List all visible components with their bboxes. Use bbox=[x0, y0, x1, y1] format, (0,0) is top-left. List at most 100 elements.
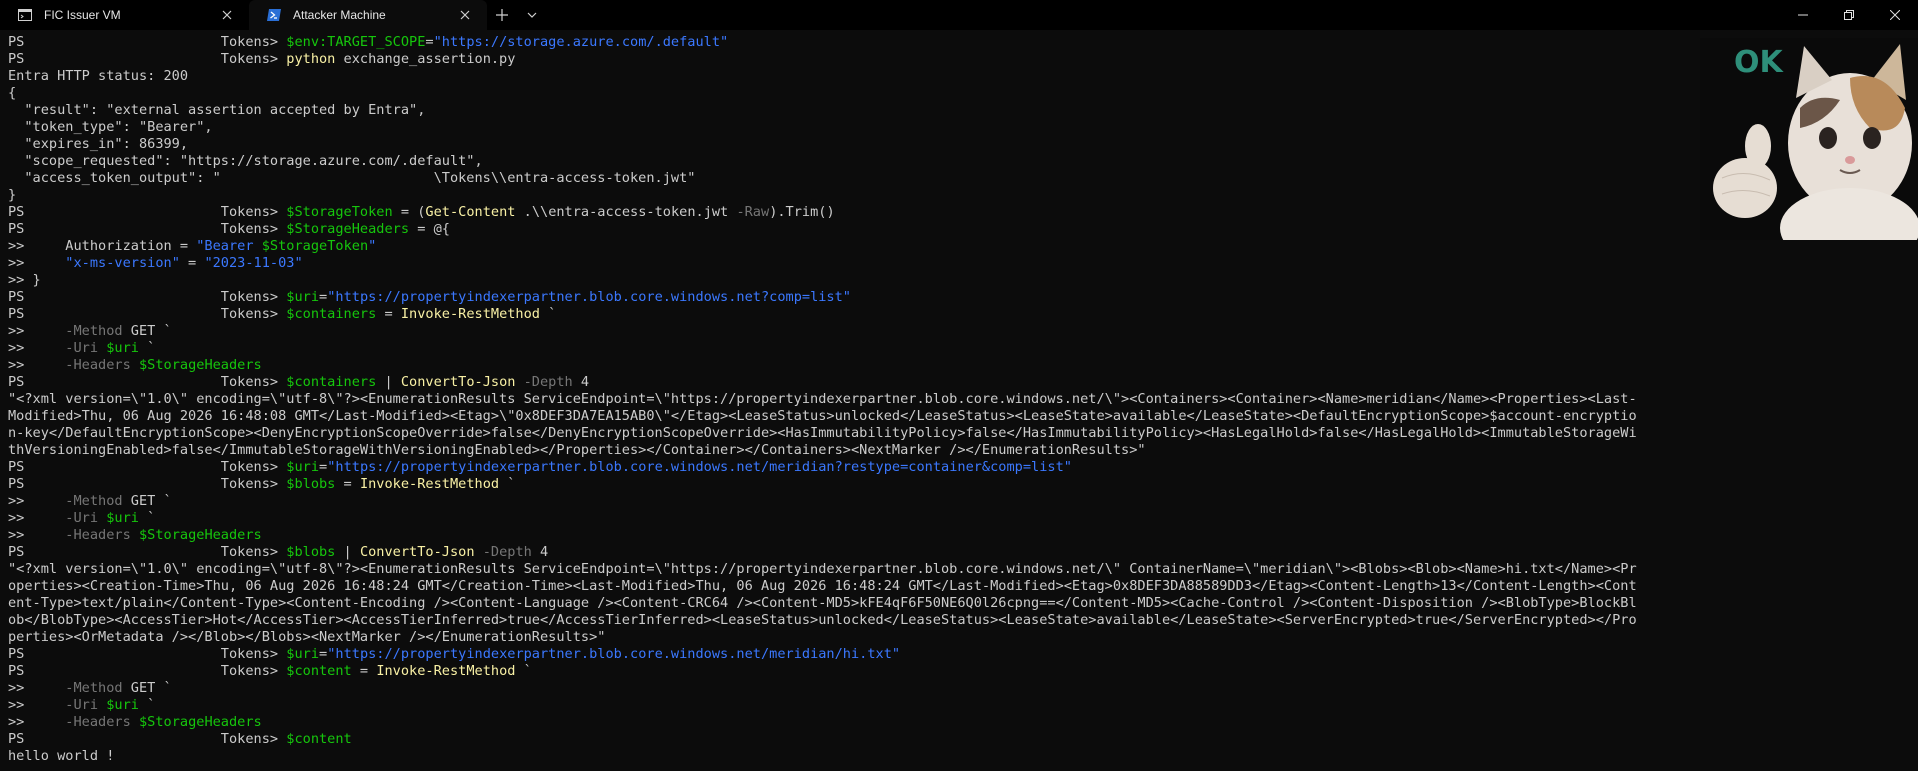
terminal-line: "scope_requested": "https://storage.azur… bbox=[8, 153, 1798, 170]
terminal-text: $uri bbox=[286, 459, 320, 475]
prompt: PS Tokens> bbox=[8, 476, 287, 492]
restore-button[interactable] bbox=[1826, 0, 1872, 30]
terminal-line: n-key</DefaultEncryptionScope><DenyEncry… bbox=[8, 425, 1798, 442]
terminal-line: PS Tokens> python exchange_assertion.py bbox=[8, 51, 1798, 68]
terminal-line: >> "x-ms-version" = "2023-11-03" bbox=[8, 255, 1798, 272]
terminal-text: "expires_in": 86399, bbox=[8, 136, 189, 152]
terminal-line: ob</BlobType><AccessTier>Hot</AccessTier… bbox=[8, 612, 1798, 629]
terminal-line: >> Authorization = "Bearer $StorageToken… bbox=[8, 238, 1798, 255]
terminal-line: "expires_in": 86399, bbox=[8, 136, 1798, 153]
terminal-text: -Method bbox=[65, 323, 123, 339]
terminal-line: >> -Headers $StorageHeaders bbox=[8, 714, 1798, 731]
terminal-text: >> bbox=[8, 357, 66, 373]
terminal-line: hello world ! bbox=[8, 748, 1798, 765]
terminal-text: ).Trim() bbox=[769, 204, 835, 220]
terminal-text: >> } bbox=[8, 272, 41, 288]
terminal-line: "<?xml version=\"1.0\" encoding=\"utf-8\… bbox=[8, 391, 1798, 408]
terminal-text: -Method bbox=[65, 493, 123, 509]
terminal-text: "access_token_output": " \Tokens\\entra-… bbox=[8, 170, 696, 186]
terminal-text: >> bbox=[8, 714, 66, 730]
terminal-line: >> -Uri $uri ` bbox=[8, 340, 1798, 357]
terminal-text: = bbox=[319, 646, 328, 662]
new-tab-button[interactable] bbox=[487, 0, 517, 30]
terminal-text: ob</BlobType><AccessTier>Hot</AccessTier… bbox=[8, 612, 1637, 628]
restore-icon bbox=[1844, 10, 1854, 20]
terminal-line: PS Tokens> $uri="https://propertyindexer… bbox=[8, 646, 1798, 663]
terminal-text: Invoke-RestMethod bbox=[359, 476, 500, 492]
terminal-line: >> -Method GET ` bbox=[8, 323, 1798, 340]
terminal-text: = bbox=[319, 459, 328, 475]
tab-fic-issuer-vm[interactable]: FIC Issuer VM bbox=[0, 0, 249, 30]
terminal-text: "token_type": "Bearer", bbox=[8, 119, 213, 135]
minimize-button[interactable] bbox=[1780, 0, 1826, 30]
terminal-text: python bbox=[286, 51, 336, 67]
prompt: PS Tokens> bbox=[8, 544, 287, 560]
terminal-line: PS Tokens> $StorageToken = (Get-Content … bbox=[8, 204, 1798, 221]
terminal-text: $StorageHeaders bbox=[286, 221, 410, 237]
terminal-line: PS Tokens> $uri="https://propertyindexer… bbox=[8, 459, 1798, 476]
terminal-text: = bbox=[179, 255, 205, 271]
terminal-line: PS Tokens> $content bbox=[8, 731, 1798, 748]
close-icon[interactable] bbox=[457, 7, 473, 23]
terminal-text: } bbox=[8, 187, 17, 203]
terminal-text: "x-ms-version" bbox=[65, 255, 180, 271]
terminal-text: | bbox=[335, 544, 360, 560]
terminal-line: ent-Type>text/plain</Content-Type><Conte… bbox=[8, 595, 1798, 612]
terminal-text: = bbox=[425, 34, 434, 50]
terminal-text: Entra HTTP status: 200 bbox=[8, 68, 189, 84]
terminal-text: >> bbox=[8, 680, 66, 696]
terminal-line: PS Tokens> $env:TARGET_SCOPE="https://st… bbox=[8, 34, 1798, 51]
tab-label: Attacker Machine bbox=[293, 8, 386, 22]
prompt: PS Tokens> bbox=[8, 306, 287, 322]
terminal-text: n-key</DefaultEncryptionScope><DenyEncry… bbox=[8, 425, 1637, 441]
terminal-line: "access_token_output": " \Tokens\\entra-… bbox=[8, 170, 1798, 187]
terminal-text: = bbox=[335, 476, 360, 492]
terminal-line: operties><Creation-Time>Thu, 06 Aug 2026… bbox=[8, 578, 1798, 595]
terminal-line: } bbox=[8, 187, 1798, 204]
prompt: PS Tokens> bbox=[8, 646, 287, 662]
terminal-text: "https://propertyindexerpartner.blob.cor… bbox=[327, 289, 851, 305]
terminal-line: { bbox=[8, 85, 1798, 102]
terminal-text: ` bbox=[499, 476, 516, 492]
terminal-line: PS Tokens> $blobs | ConvertTo-Json -Dept… bbox=[8, 544, 1798, 561]
terminal-text: GET ` bbox=[122, 493, 172, 509]
terminal-text: exchange_assertion.py bbox=[335, 51, 516, 67]
terminal-text: >> bbox=[8, 493, 66, 509]
terminal-text: >> bbox=[8, 510, 66, 526]
terminal-text: $StorageHeaders bbox=[138, 714, 262, 730]
tab-attacker-machine[interactable]: Attacker Machine bbox=[249, 0, 487, 30]
terminal-text: ` bbox=[138, 340, 156, 356]
terminal-text: ` bbox=[515, 663, 532, 679]
terminal-text: GET ` bbox=[122, 323, 172, 339]
terminal-text: >> bbox=[8, 340, 66, 356]
prompt: PS Tokens> bbox=[8, 374, 287, 390]
prompt: PS Tokens> bbox=[8, 204, 287, 220]
terminal-text: >> bbox=[8, 527, 66, 543]
plus-icon bbox=[496, 9, 508, 21]
terminal-output[interactable]: PS Tokens> $env:TARGET_SCOPE="https://st… bbox=[8, 34, 1798, 771]
terminal-text: ConvertTo-Json bbox=[359, 544, 475, 560]
terminal-text: -Depth bbox=[482, 544, 532, 560]
powershell-icon bbox=[267, 9, 281, 21]
terminal-text: $blobs bbox=[286, 476, 336, 492]
terminal-text: "2023-11-03" bbox=[204, 255, 303, 271]
terminal-text: -Uri bbox=[65, 340, 99, 356]
terminal-text: | bbox=[376, 374, 401, 390]
prompt: PS Tokens> bbox=[8, 731, 287, 747]
terminal-text: -Headers bbox=[65, 527, 131, 543]
terminal-line: "result": "external assertion accepted b… bbox=[8, 102, 1798, 119]
close-window-button[interactable] bbox=[1872, 0, 1918, 30]
terminal-text: $StorageHeaders bbox=[138, 357, 262, 373]
terminal-text: -Headers bbox=[65, 357, 131, 373]
terminal-text: -Uri bbox=[65, 510, 99, 526]
prompt: PS Tokens> bbox=[8, 289, 287, 305]
terminal-text: Modified>Thu, 06 Aug 2026 16:48:08 GMT</… bbox=[8, 408, 1637, 424]
tab-dropdown-button[interactable] bbox=[517, 0, 547, 30]
prompt: PS Tokens> bbox=[8, 221, 287, 237]
close-icon[interactable] bbox=[219, 7, 235, 23]
prompt: PS Tokens> bbox=[8, 34, 287, 50]
